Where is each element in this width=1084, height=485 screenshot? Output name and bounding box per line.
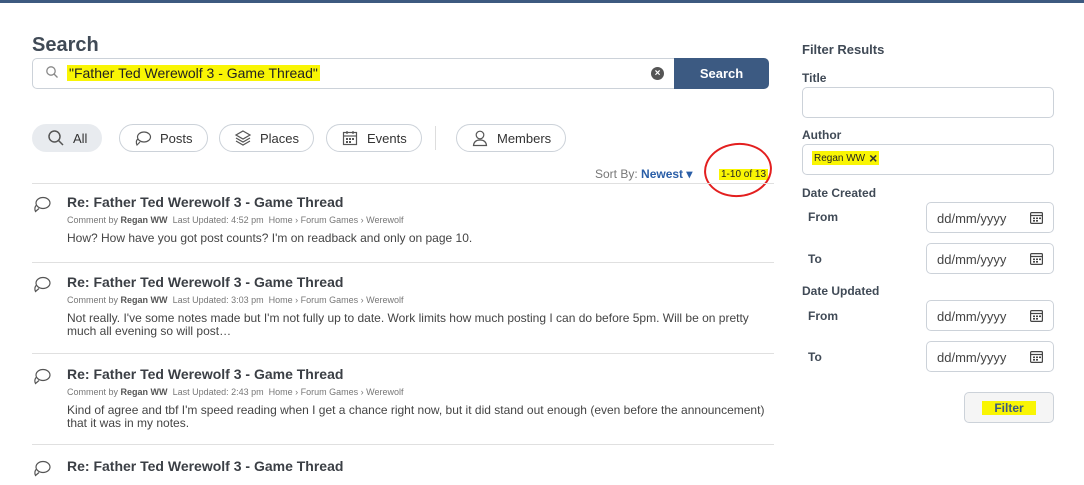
date-created-label: Date Created — [802, 186, 877, 200]
author-link[interactable]: Regan WW — [121, 387, 168, 397]
clear-search-icon[interactable]: × — [651, 67, 664, 80]
result-title-link[interactable]: Re: Father Ted Werewolf 3 - Game Thread — [67, 458, 343, 474]
posts-icon — [135, 131, 152, 147]
sort-dropdown[interactable]: Newest ▾ — [641, 167, 692, 181]
red-annotation-circle — [701, 139, 775, 201]
result-excerpt: Not really. I've some notes made but I'm… — [67, 311, 749, 338]
sort-control[interactable]: Sort By: Newest ▾ — [595, 167, 692, 181]
tab-posts[interactable]: Posts — [119, 124, 208, 152]
created-to-date-field[interactable]: dd/mm/yyyy — [926, 243, 1054, 274]
divider — [32, 353, 774, 354]
tab-events[interactable]: Events — [326, 124, 422, 152]
comment-icon — [34, 196, 51, 213]
calendar-icon[interactable] — [1030, 212, 1043, 224]
breadcrumb[interactable]: Home › Forum Games › Werewolf — [269, 215, 404, 225]
page-title: Search — [32, 34, 99, 56]
calendar-icon[interactable] — [1030, 351, 1043, 363]
result-excerpt: How? How have you got post counts? I'm o… — [67, 231, 473, 245]
author-token[interactable]: Regan WW × — [812, 151, 880, 165]
date-placeholder: dd/mm/yyyy — [937, 350, 1007, 365]
meta-type: Comment by — [67, 387, 119, 397]
tab-places[interactable]: Places — [219, 124, 315, 152]
author-token-label: Regan WW — [814, 152, 866, 164]
result-title-link[interactable]: Re: Father Ted Werewolf 3 - Game Thread — [67, 194, 343, 210]
search-button[interactable]: Search — [674, 58, 769, 89]
comment-icon — [34, 460, 51, 477]
search-query-text: "Father Ted Werewolf 3 - Game Thread" — [67, 65, 320, 81]
list-item: Re: Father Ted Werewolf 3 - Game Thread … — [32, 194, 774, 254]
filter-button-label: Filter — [982, 400, 1036, 415]
top-accent-bar — [0, 0, 1084, 3]
search-icon — [48, 130, 64, 146]
tab-divider — [435, 126, 436, 150]
date-placeholder: dd/mm/yyyy — [937, 252, 1007, 267]
divider — [32, 183, 774, 184]
remove-token-icon[interactable]: × — [869, 151, 877, 165]
author-link[interactable]: Regan WW — [121, 295, 168, 305]
result-title-link[interactable]: Re: Father Ted Werewolf 3 - Game Thread — [67, 274, 343, 290]
updated-to-date-field[interactable]: dd/mm/yyyy — [926, 341, 1054, 372]
result-meta: Comment by Regan WW Last Updated: 2:43 p… — [67, 387, 404, 397]
title-filter-input[interactable] — [802, 87, 1054, 118]
tab-label: Places — [260, 130, 300, 146]
search-icon — [46, 66, 58, 78]
date-updated-label: Date Updated — [802, 284, 880, 298]
calendar-icon[interactable] — [1030, 310, 1043, 322]
tab-label: Events — [367, 130, 407, 146]
result-title-link[interactable]: Re: Father Ted Werewolf 3 - Game Thread — [67, 366, 343, 382]
calendar-icon[interactable] — [1030, 253, 1043, 265]
created-from-date-field[interactable]: dd/mm/yyyy — [926, 202, 1054, 233]
list-item: Re: Father Ted Werewolf 3 - Game Thread … — [32, 274, 774, 346]
breadcrumb[interactable]: Home › Forum Games › Werewolf — [269, 387, 404, 397]
sort-label: Sort By: — [595, 167, 638, 181]
result-meta: Comment by Regan WW Last Updated: 3:03 p… — [67, 295, 404, 305]
meta-type: Comment by — [67, 215, 119, 225]
tab-members[interactable]: Members — [456, 124, 567, 152]
list-item: Re: Father Ted Werewolf 3 - Game Thread … — [32, 366, 774, 438]
author-link[interactable]: Regan WW — [121, 215, 168, 225]
author-filter-label: Author — [802, 128, 842, 142]
created-to-label: To — [808, 252, 822, 266]
calendar-icon — [342, 131, 358, 146]
date-placeholder: dd/mm/yyyy — [937, 211, 1007, 226]
divider — [32, 444, 774, 445]
result-meta: Comment by Regan WW Last Updated: 4:52 p… — [67, 215, 404, 225]
filter-results-heading: Filter Results — [802, 42, 885, 57]
comment-icon — [34, 368, 51, 385]
date-placeholder: dd/mm/yyyy — [937, 309, 1007, 324]
comment-icon — [34, 276, 51, 293]
filter-button[interactable]: Filter — [964, 392, 1054, 423]
tab-label: All — [73, 130, 88, 146]
list-item: Re: Father Ted Werewolf 3 - Game Thread — [32, 458, 774, 485]
search-input[interactable]: "Father Ted Werewolf 3 - Game Thread" × — [32, 58, 674, 89]
meta-updated: Last Updated: 3:03 pm — [172, 295, 264, 305]
tab-label: Members — [497, 130, 552, 146]
breadcrumb[interactable]: Home › Forum Games › Werewolf — [269, 295, 404, 305]
meta-updated: Last Updated: 2:43 pm — [172, 387, 264, 397]
updated-from-date-field[interactable]: dd/mm/yyyy — [926, 300, 1054, 331]
divider — [32, 262, 774, 263]
updated-to-label: To — [808, 350, 822, 364]
result-excerpt: Kind of agree and tbf I'm speed reading … — [67, 403, 765, 430]
created-from-label: From — [808, 210, 838, 224]
meta-type: Comment by — [67, 295, 119, 305]
updated-from-label: From — [808, 309, 838, 323]
places-icon — [234, 130, 252, 146]
tab-all[interactable]: All — [32, 124, 103, 152]
user-icon — [472, 130, 488, 147]
title-filter-label: Title — [802, 71, 827, 85]
tab-label: Posts — [160, 130, 193, 146]
meta-updated: Last Updated: 4:52 pm — [172, 215, 264, 225]
